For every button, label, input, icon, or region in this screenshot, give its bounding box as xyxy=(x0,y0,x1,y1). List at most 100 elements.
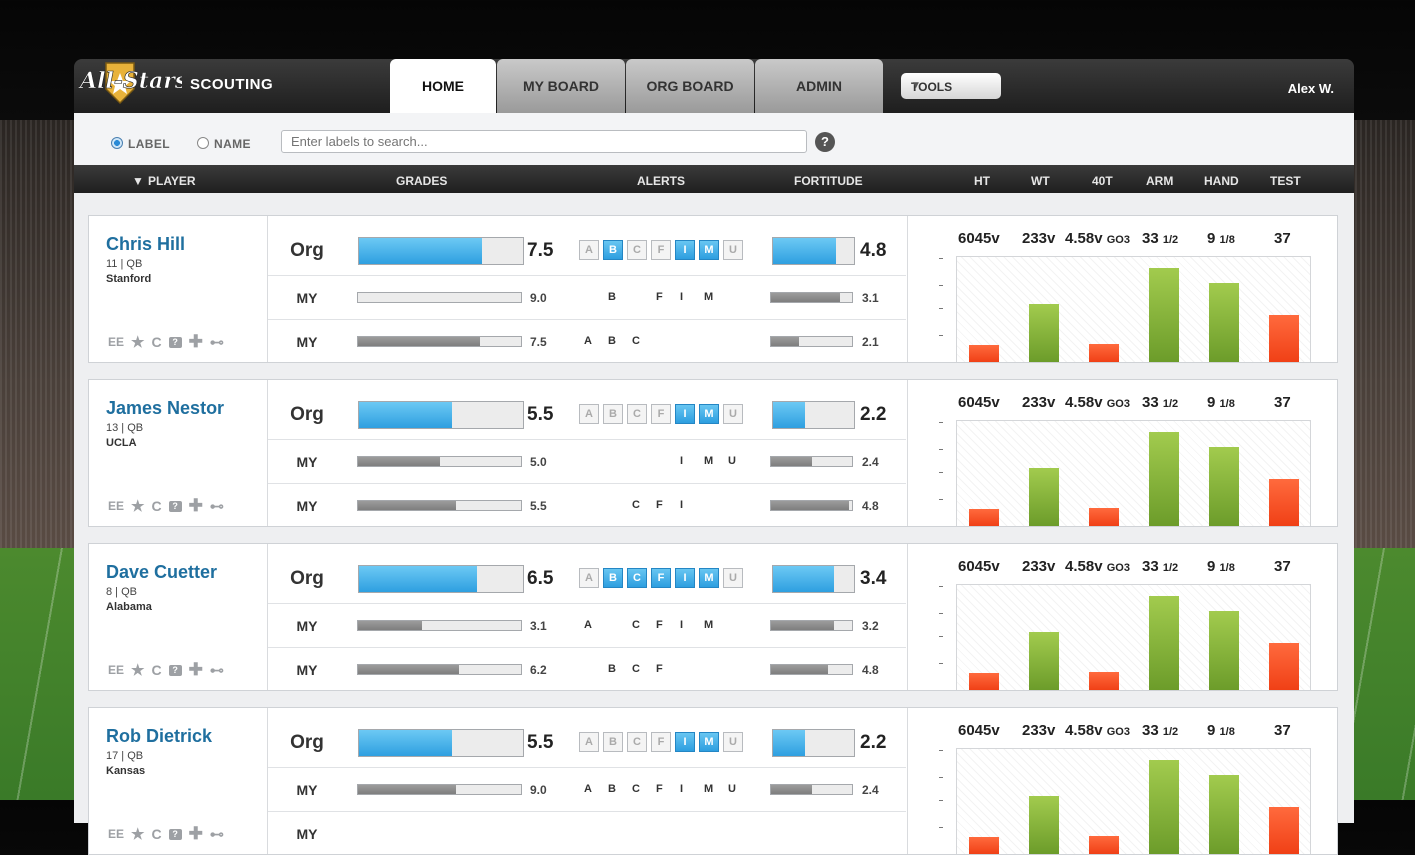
alert-b[interactable]: B xyxy=(603,568,623,588)
ee-icon[interactable]: EE xyxy=(108,499,124,513)
measure-40t-value: 4.58v xyxy=(1065,230,1103,247)
alert-i[interactable]: I xyxy=(675,404,695,424)
alert-f[interactable]: F xyxy=(651,568,671,588)
col-wt[interactable]: WT xyxy=(1031,174,1050,188)
player-card[interactable]: James Nestor 13 | QB UCLA EE ★ C ? ✚ ⊷ O… xyxy=(88,379,1338,527)
c-icon[interactable]: C xyxy=(151,662,161,678)
alert-f[interactable]: F xyxy=(651,404,671,424)
star-icon[interactable]: ★ xyxy=(131,661,144,679)
alert-i[interactable]: I xyxy=(675,240,695,260)
col-grades[interactable]: GRADES xyxy=(396,174,447,188)
dumbbell-icon[interactable]: ⊷ xyxy=(210,662,224,679)
my-alert-letter: F xyxy=(656,291,663,303)
radio-label[interactable]: LABEL xyxy=(111,137,170,151)
dumbbell-icon[interactable]: ⊷ xyxy=(210,826,224,843)
tab-my-board[interactable]: MY BOARD xyxy=(497,59,625,113)
plus-icon[interactable]: ✚ xyxy=(189,660,203,680)
col-alerts[interactable]: ALERTS xyxy=(637,174,685,188)
alert-i[interactable]: I xyxy=(675,568,695,588)
chart-bar xyxy=(1089,344,1119,362)
alert-c[interactable]: C xyxy=(627,404,647,424)
my-row: MY 6.2 B C F 4.8 xyxy=(268,648,906,690)
tab-org-board[interactable]: ORG BOARD xyxy=(626,59,754,113)
help-icon[interactable]: ? xyxy=(815,132,835,152)
ee-icon[interactable]: EE xyxy=(108,335,124,349)
alert-m[interactable]: M xyxy=(699,732,719,752)
alert-f[interactable]: F xyxy=(651,732,671,752)
alert-a[interactable]: A xyxy=(579,732,599,752)
all-stars-logo[interactable]: All-Stars xyxy=(76,59,188,109)
alert-u[interactable]: U xyxy=(723,732,743,752)
measure-arm-value: 33 xyxy=(1142,722,1159,739)
comment-icon[interactable]: ? xyxy=(168,336,182,348)
tab-admin[interactable]: ADMIN xyxy=(755,59,883,113)
alert-c[interactable]: C xyxy=(627,240,647,260)
plus-icon[interactable]: ✚ xyxy=(189,496,203,516)
alert-i[interactable]: I xyxy=(675,732,695,752)
my-fortitude-bar xyxy=(770,500,853,511)
dumbbell-icon[interactable]: ⊷ xyxy=(210,334,224,351)
label-search-input[interactable] xyxy=(281,130,807,153)
comment-icon[interactable]: ? xyxy=(168,664,182,676)
tab-home[interactable]: HOME xyxy=(390,59,496,113)
col-test[interactable]: TEST xyxy=(1270,174,1301,188)
alert-b[interactable]: B xyxy=(603,404,623,424)
my-alert-letter: M xyxy=(704,455,714,467)
c-icon[interactable]: C xyxy=(151,334,161,350)
col-hand[interactable]: HAND xyxy=(1204,174,1239,188)
radio-name[interactable]: NAME xyxy=(197,137,251,151)
star-icon[interactable]: ★ xyxy=(131,825,144,843)
col-40t[interactable]: 40T xyxy=(1092,174,1113,188)
alert-c[interactable]: C xyxy=(627,568,647,588)
c-icon[interactable]: C xyxy=(151,826,161,842)
alert-c[interactable]: C xyxy=(627,732,647,752)
measure-arm-frac: 1/2 xyxy=(1162,234,1179,246)
sort-caret-icon[interactable]: ▼ xyxy=(132,174,144,188)
plus-icon[interactable]: ✚ xyxy=(189,332,203,352)
measure-hand-value: 9 xyxy=(1207,558,1216,575)
my-fortitude-value: 4.8 xyxy=(862,663,879,677)
player-card[interactable]: Rob Dietrick 17 | QB Kansas EE ★ C ? ✚ ⊷… xyxy=(88,707,1338,855)
my-row: MY 3.1 A C F I M 3.2 xyxy=(268,604,906,648)
alert-b[interactable]: B xyxy=(603,732,623,752)
star-icon[interactable]: ★ xyxy=(131,333,144,351)
alert-f[interactable]: F xyxy=(651,240,671,260)
alert-a[interactable]: A xyxy=(579,568,599,588)
star-icon[interactable]: ★ xyxy=(131,497,144,515)
col-fortitude[interactable]: FORTITUDE xyxy=(794,174,863,188)
row-label-my: MY xyxy=(296,498,318,514)
alert-a[interactable]: A xyxy=(579,240,599,260)
player-name[interactable]: Rob Dietrick xyxy=(106,726,212,747)
plus-icon[interactable]: ✚ xyxy=(189,824,203,844)
alert-u[interactable]: U xyxy=(723,240,743,260)
comment-icon[interactable]: ? xyxy=(168,828,182,840)
player-card[interactable]: Chris Hill 11 | QB Stanford EE ★ C ? ✚ ⊷… xyxy=(88,215,1338,363)
comment-icon[interactable]: ? xyxy=(168,500,182,512)
player-name[interactable]: James Nestor xyxy=(106,398,224,419)
alert-b[interactable]: B xyxy=(603,240,623,260)
alert-u[interactable]: U xyxy=(723,404,743,424)
dumbbell-icon[interactable]: ⊷ xyxy=(210,498,224,515)
alert-m[interactable]: M xyxy=(699,240,719,260)
player-name[interactable]: Chris Hill xyxy=(106,234,185,255)
alert-m[interactable]: M xyxy=(699,568,719,588)
chart-tick xyxy=(939,636,943,637)
org-grade-bar xyxy=(358,237,524,265)
c-icon[interactable]: C xyxy=(151,498,161,514)
player-name[interactable]: Dave Cuetter xyxy=(106,562,217,583)
col-arm[interactable]: ARM xyxy=(1146,174,1173,188)
col-ht[interactable]: HT xyxy=(974,174,990,188)
alert-u[interactable]: U xyxy=(723,568,743,588)
player-card[interactable]: Dave Cuetter 8 | QB Alabama EE ★ C ? ✚ ⊷… xyxy=(88,543,1338,691)
ee-icon[interactable]: EE xyxy=(108,663,124,677)
measure-ht: 6045v xyxy=(958,394,1000,411)
tools-dropdown[interactable]: TOOLS ▼ xyxy=(901,73,1001,99)
chart-bar xyxy=(969,837,999,854)
user-name[interactable]: Alex W. xyxy=(1288,81,1334,96)
org-alerts: ABCFIMU xyxy=(579,404,743,424)
alert-m[interactable]: M xyxy=(699,404,719,424)
col-player[interactable]: PLAYER xyxy=(148,174,196,188)
my-grade-value: 3.1 xyxy=(530,619,547,633)
ee-icon[interactable]: EE xyxy=(108,827,124,841)
alert-a[interactable]: A xyxy=(579,404,599,424)
